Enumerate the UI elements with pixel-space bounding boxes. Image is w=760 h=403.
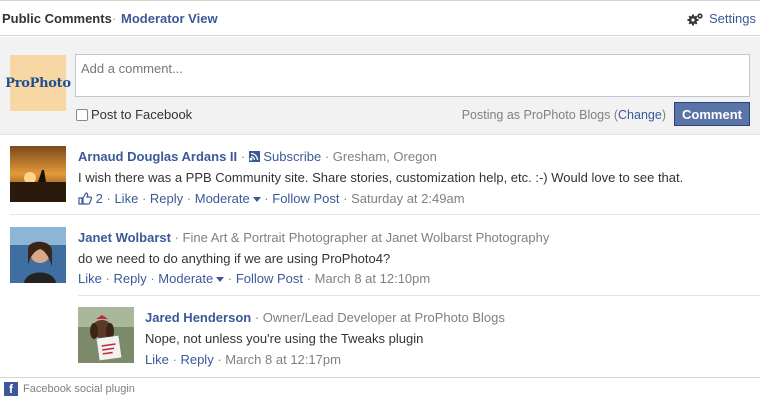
post-to-facebook-option[interactable]: Post to Facebook — [76, 107, 192, 122]
reply-link[interactable]: Reply — [180, 352, 213, 367]
moderate-dropdown[interactable]: Moderate — [158, 271, 225, 286]
reply-header: Jared Henderson · Owner/Lead Developer a… — [145, 310, 505, 325]
posting-as-close: ) — [661, 108, 666, 122]
comment-header: Janet Wolbarst · Fine Art & Portrait Pho… — [78, 230, 549, 245]
author-title: · Fine Art & Portrait Photographer at Ja… — [174, 230, 550, 245]
tab-moderator-view[interactable]: Moderator View — [121, 11, 218, 26]
comment-author[interactable]: Janet Wolbarst — [78, 230, 171, 245]
comment-divider — [10, 214, 760, 215]
avatar[interactable] — [10, 227, 66, 283]
like-count[interactable]: 2 — [96, 191, 103, 206]
comment-author[interactable]: Arnaud Douglas Ardans II — [78, 149, 237, 164]
moderate-label: Moderate — [158, 271, 214, 286]
comment-text: I wish there was a PPB Community site. S… — [78, 170, 684, 185]
change-identity-link[interactable]: Change — [618, 108, 662, 122]
reply-actions: Like · Reply · March 8 at 12:17pm — [145, 352, 341, 367]
follow-post-link[interactable]: Follow Post — [272, 191, 339, 206]
facebook-icon[interactable]: f — [4, 382, 18, 396]
subscribe-icon — [248, 151, 260, 162]
follow-post-link[interactable]: Follow Post — [236, 271, 303, 286]
comment-timestamp[interactable]: March 8 at 12:10pm — [315, 271, 431, 286]
moderate-label: Moderate — [194, 191, 250, 206]
sunset-photo-avatar — [10, 146, 66, 202]
tab-separator: · — [112, 11, 117, 26]
add-comment-input[interactable]: Add a comment... — [75, 54, 750, 97]
author-title: · Owner/Lead Developer at ProPhoto Blogs — [254, 310, 505, 325]
reply-link[interactable]: Reply — [150, 191, 183, 206]
tab-public-comments[interactable]: Public Comments — [2, 11, 112, 26]
like-link[interactable]: Like — [145, 352, 169, 367]
comment-button[interactable]: Comment — [674, 102, 750, 126]
like-link[interactable]: Like — [114, 191, 138, 206]
reply-divider — [78, 295, 760, 296]
settings-button[interactable]: Settings — [687, 11, 756, 26]
author-location: · Gresham, Oregon — [324, 149, 437, 164]
reply-author[interactable]: Jared Henderson — [145, 310, 251, 325]
gear-icon — [687, 12, 703, 25]
comment-header: Arnaud Douglas Ardans II · Subscribe · G… — [78, 149, 437, 164]
post-to-facebook-label: Post to Facebook — [91, 107, 193, 122]
moderate-dropdown[interactable]: Moderate — [195, 191, 261, 206]
prophoto-logo-text: ProPhoto — [5, 75, 71, 91]
avatar[interactable] — [78, 307, 134, 363]
subscribe-link[interactable]: Subscribe — [263, 149, 321, 164]
settings-label: Settings — [709, 11, 756, 26]
dog-photo-avatar — [78, 307, 134, 363]
avatar[interactable] — [10, 146, 66, 202]
reply-link[interactable]: Reply — [113, 271, 146, 286]
prophoto-avatar: ProPhoto — [5, 55, 71, 111]
comment-actions: 2 · Like · Reply · Moderate · Follow Pos… — [78, 191, 465, 206]
reply-text: Nope, not unless you're using the Tweaks… — [145, 331, 424, 346]
caret-down-icon — [252, 197, 261, 203]
author-dot: · — [240, 149, 246, 164]
comment-timestamp[interactable]: Saturday at 2:49am — [351, 191, 464, 206]
comment-text: do we need to do anything if we are usin… — [78, 251, 391, 266]
portrait-photo-avatar — [10, 227, 66, 283]
post-to-facebook-checkbox[interactable] — [76, 108, 88, 121]
like-link[interactable]: Like — [78, 271, 102, 286]
caret-down-icon — [216, 277, 225, 283]
comment-actions: Like · Reply · Moderate · Follow Post · … — [78, 271, 431, 286]
posting-as-text: Posting as ProPhoto Blogs (Change) — [462, 108, 666, 122]
comment-composer: ProPhoto Add a comment... Post to Facebo… — [0, 37, 760, 135]
posting-as-label: Posting as ProPhoto Blogs ( — [461, 108, 619, 122]
thumbs-up-icon — [78, 192, 93, 205]
plugin-footer: f Facebook social plugin — [0, 377, 760, 403]
reply-timestamp[interactable]: March 8 at 12:17pm — [225, 352, 341, 367]
facebook-plugin-link[interactable]: Facebook social plugin — [23, 383, 135, 395]
comments-header: Public Comments · Moderator View Setting… — [0, 0, 760, 36]
